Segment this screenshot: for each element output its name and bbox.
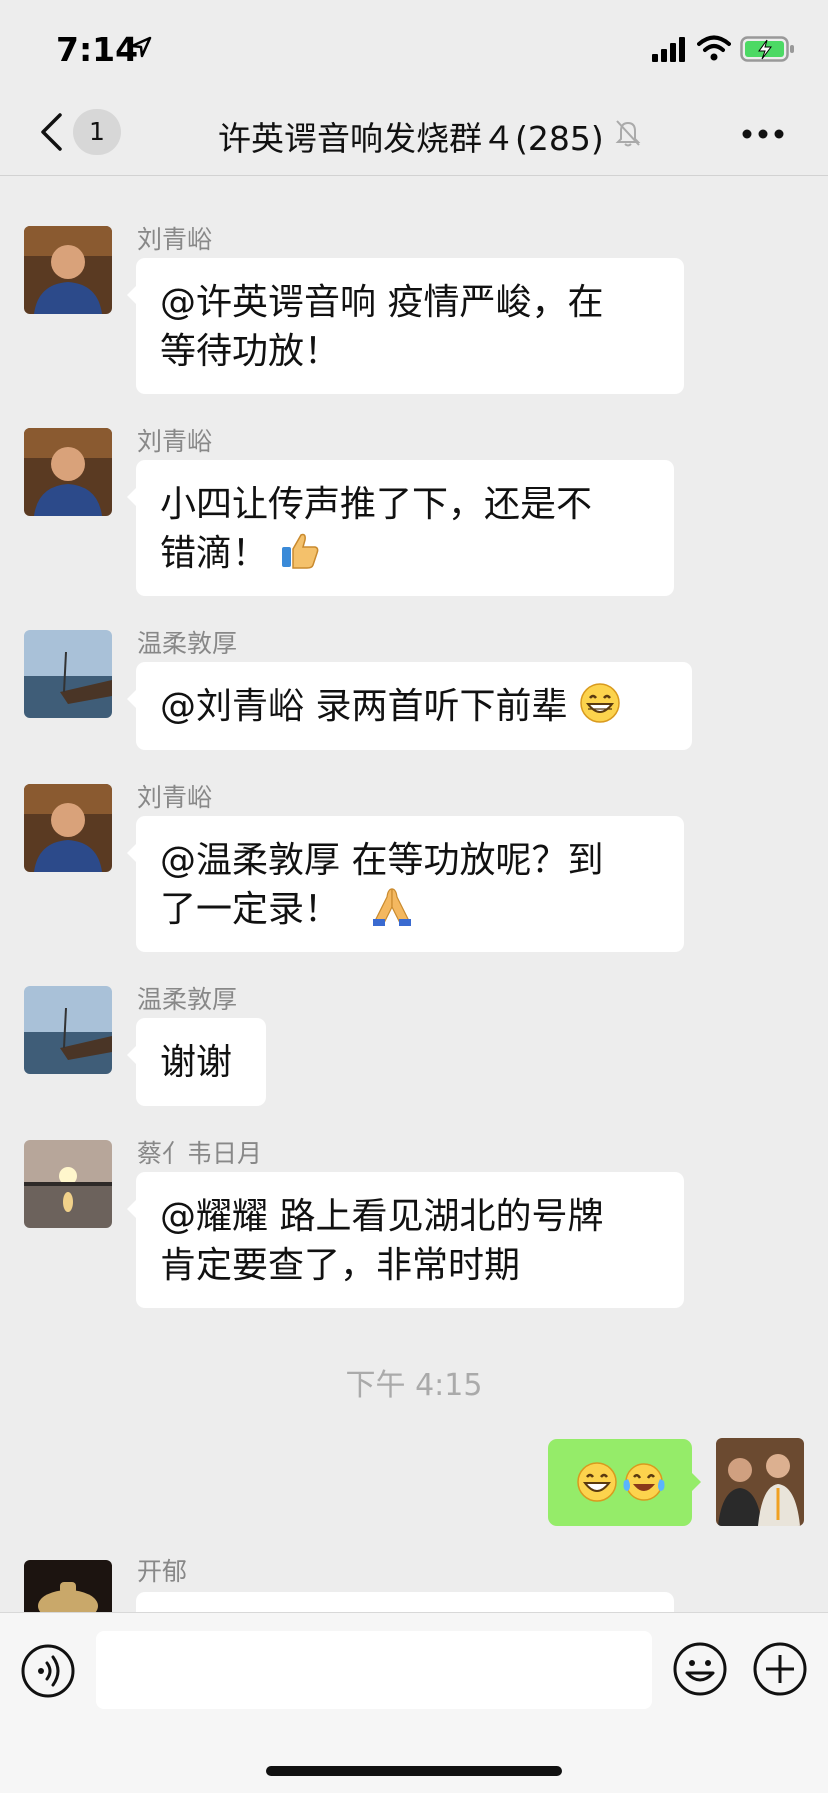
face-with-tears-of-joy-icon (623, 1463, 665, 1501)
plus-circle-icon[interactable] (752, 1641, 808, 1697)
message-line: @刘青峪 录两首听下前辈 (160, 686, 568, 727)
avatar[interactable] (24, 986, 112, 1074)
sender-name: 温柔敦厚 (137, 629, 238, 658)
my-avatar[interactable] (716, 1438, 804, 1526)
message-bubble[interactable]: @温柔敦厚 在等功放呢？到 了一定录！ (127, 816, 684, 952)
chat-timestamp: 下午 4:15 (345, 1368, 483, 1403)
message-input[interactable] (96, 1631, 652, 1709)
status-bar: 7:14 (0, 0, 828, 100)
message-line: 谢谢 (160, 1042, 233, 1083)
avatar[interactable] (24, 428, 112, 516)
sender-name: 温柔敦厚 (137, 985, 238, 1014)
sender-name: 蔡亻韦日月 (137, 1139, 263, 1168)
smiley-icon[interactable] (672, 1641, 728, 1697)
avatar[interactable] (24, 784, 112, 872)
avatar[interactable] (24, 1560, 112, 1612)
grinning-face-icon (580, 683, 620, 723)
sender-name: 开郁 (137, 1557, 188, 1586)
message-line: 等待功放！ (160, 331, 341, 372)
ellipsis-icon[interactable] (742, 128, 784, 140)
sender-name: 刘青峪 (137, 427, 213, 456)
avatar[interactable] (24, 630, 112, 718)
thumbs-up-icon (282, 533, 319, 569)
chat-title: 许英谔音响发烧群４(285) (218, 119, 604, 158)
avatar[interactable] (24, 1140, 112, 1228)
avatar[interactable] (24, 226, 112, 314)
message-line: 小四让传声推了下，还是不 (160, 484, 593, 525)
message-line: 肯定要查了，非常时期 (160, 1245, 521, 1286)
message-bubble[interactable] (127, 1592, 674, 1638)
message-line: 错滴！ (160, 533, 269, 574)
header-divider (0, 175, 828, 176)
message-bubble[interactable]: 小四让传声推了下，还是不 错滴！ (127, 460, 674, 596)
message-bubble[interactable]: 谢谢 (127, 1018, 266, 1106)
location-arrow-icon (130, 36, 152, 58)
sender-name: 刘青峪 (137, 225, 213, 254)
message-line: @温柔敦厚 在等功放呢？到 (160, 840, 604, 881)
folded-hands-icon (373, 888, 412, 926)
home-indicator[interactable] (266, 1766, 562, 1776)
message-bubble[interactable]: @许英谔音响 疫情严峻，在 等待功放！ (127, 258, 684, 394)
message-line: @许英谔音响 疫情严峻，在 (160, 282, 604, 323)
my-message-bubble[interactable] (548, 1439, 701, 1526)
chevron-left-icon[interactable] (38, 112, 64, 152)
unread-count-badge[interactable]: 1 (73, 109, 121, 155)
sender-name: 刘青峪 (137, 783, 213, 812)
status-time: 7:14 (56, 30, 139, 69)
message-line: 了一定录！ (160, 889, 341, 930)
message-bubble[interactable]: @刘青峪 录两首听下前辈 (127, 662, 692, 750)
chat-header: 1 许英谔音响发烧群４(285) (0, 100, 828, 176)
voice-icon[interactable] (20, 1643, 76, 1699)
message-line: @耀耀 路上看见湖北的号牌 (160, 1196, 604, 1237)
battery-charging-icon (740, 36, 794, 62)
grinning-face-icon (577, 1462, 617, 1502)
message-bubble[interactable]: @耀耀 路上看见湖北的号牌 肯定要查了，非常时期 (127, 1172, 684, 1308)
bell-slash-icon (615, 120, 641, 147)
wifi-icon (697, 35, 731, 61)
cellular-signal-icon (652, 37, 685, 62)
